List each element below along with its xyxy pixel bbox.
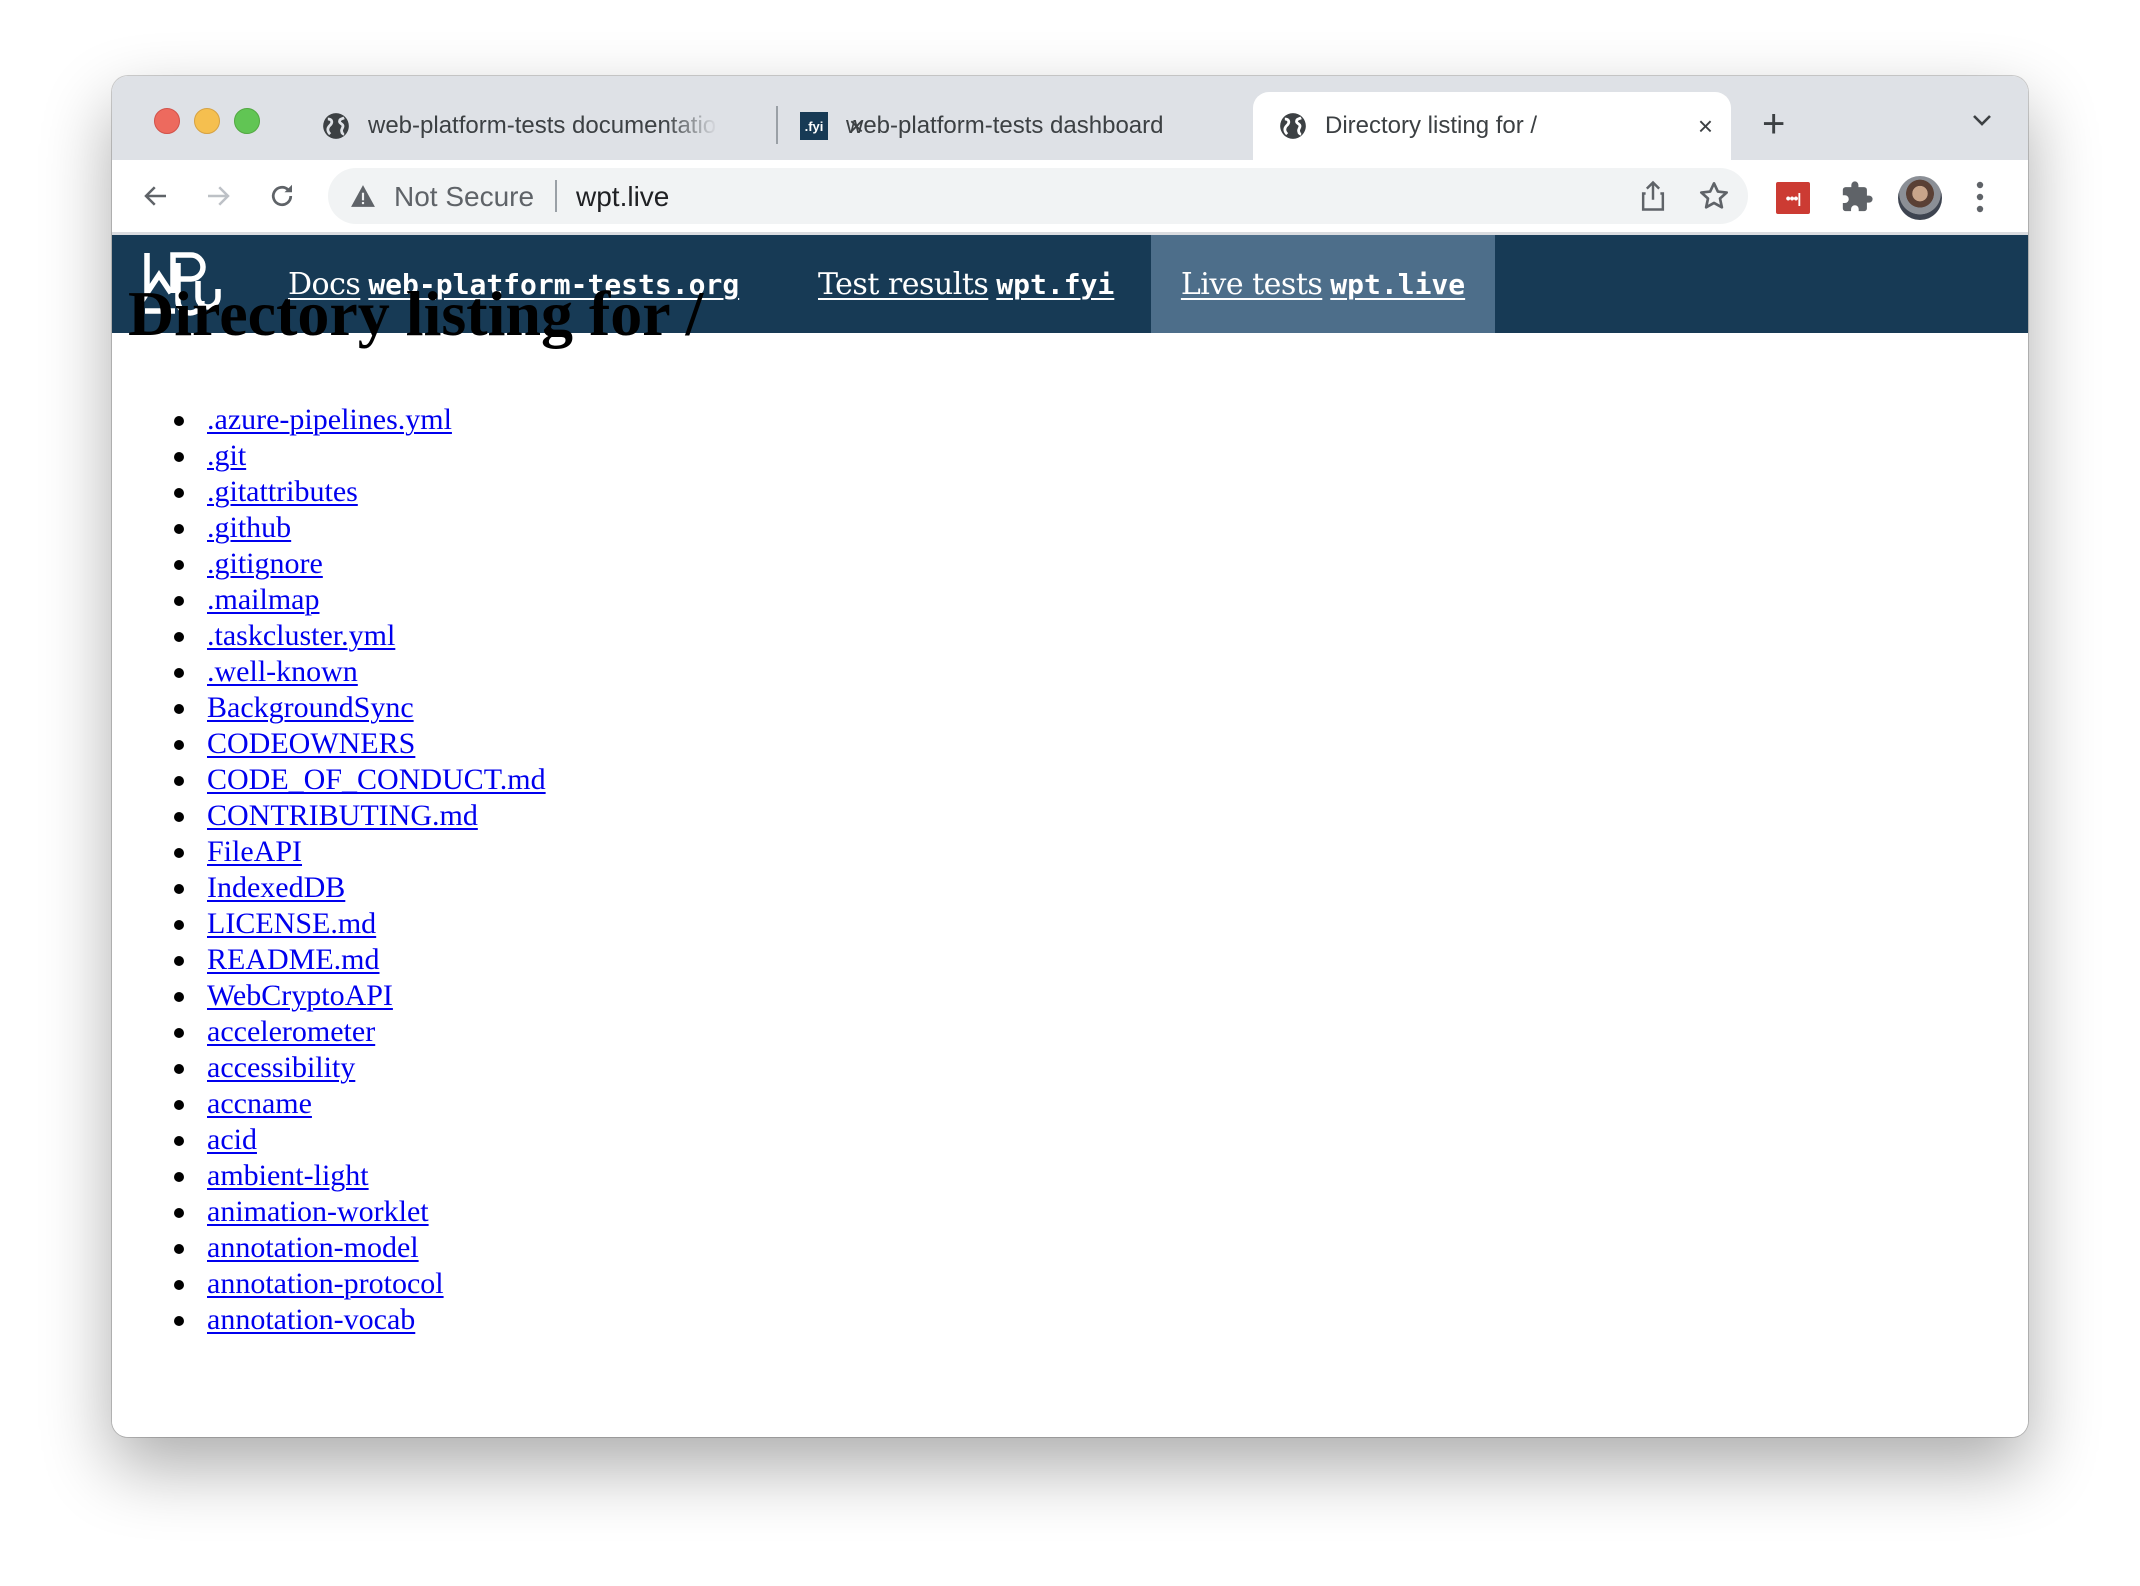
directory-entry-link[interactable]: accessibility bbox=[207, 1051, 355, 1084]
list-item: accelerometer bbox=[174, 1014, 546, 1050]
nav-link-domain: wpt.live bbox=[1330, 267, 1466, 301]
list-item: IndexedDB bbox=[174, 870, 546, 906]
tab-directory-listing[interactable]: Directory listing for / × bbox=[1253, 92, 1731, 160]
directory-entry-link[interactable]: acid bbox=[207, 1123, 257, 1156]
reload-button[interactable] bbox=[264, 178, 300, 214]
tab-search-button[interactable] bbox=[1970, 112, 1994, 133]
list-item: BackgroundSync bbox=[174, 690, 546, 726]
fyi-icon: .fyi bbox=[800, 112, 828, 140]
list-item: .gitattributes bbox=[174, 474, 546, 510]
directory-entry-link[interactable]: .github bbox=[207, 511, 291, 544]
directory-entry-link[interactable]: .git bbox=[207, 439, 246, 472]
directory-entry-link[interactable]: .well-known bbox=[207, 655, 358, 688]
globe-icon bbox=[1279, 112, 1307, 140]
list-item: .well-known bbox=[174, 654, 546, 690]
directory-entry-link[interactable]: annotation-protocol bbox=[207, 1267, 444, 1300]
directory-entry-link[interactable]: annotation-model bbox=[207, 1231, 419, 1264]
directory-entry-link[interactable]: README.md bbox=[207, 943, 380, 976]
directory-entry-link[interactable]: CONTRIBUTING.md bbox=[207, 799, 478, 832]
lastpass-extension-icon[interactable]: •••| bbox=[1776, 182, 1810, 214]
directory-entry-link[interactable]: .azure-pipelines.yml bbox=[207, 403, 452, 436]
list-item: .azure-pipelines.yml bbox=[174, 402, 546, 438]
page-title: Directory listing for / bbox=[128, 278, 704, 349]
tab-divider bbox=[776, 106, 778, 144]
directory-listing: .azure-pipelines.yml .git .gitattributes .g… bbox=[112, 402, 546, 1338]
nav-link-live-tests[interactable]: Live tests wpt.live bbox=[1151, 235, 1495, 333]
directory-entry-link[interactable]: CODE_OF_CONDUCT.md bbox=[207, 763, 546, 796]
list-item: .gitignore bbox=[174, 546, 546, 582]
tab-strip: web-platform-tests documentation × .fyi … bbox=[112, 76, 2028, 160]
back-button[interactable] bbox=[138, 178, 174, 214]
minimize-window-button[interactable] bbox=[194, 108, 220, 134]
bookmark-star-icon[interactable] bbox=[1698, 180, 1730, 217]
directory-entry-link[interactable]: ambient-light bbox=[207, 1159, 369, 1192]
nav-link-label: Test results bbox=[818, 266, 989, 302]
url-text[interactable]: wpt.live bbox=[576, 181, 669, 213]
directory-entry-link[interactable]: .mailmap bbox=[207, 583, 319, 616]
globe-icon bbox=[322, 112, 350, 140]
share-icon[interactable] bbox=[1638, 180, 1668, 217]
arrow-left-icon bbox=[144, 186, 166, 206]
directory-entry-link[interactable]: .taskcluster.yml bbox=[207, 619, 395, 652]
list-item: .github bbox=[174, 510, 546, 546]
nav-link-test-results[interactable]: Test results wpt.fyi bbox=[818, 235, 1114, 333]
directory-entry-link[interactable]: CODEOWNERS bbox=[207, 727, 415, 760]
reload-icon bbox=[271, 184, 293, 207]
extensions-puzzle-icon[interactable] bbox=[1840, 180, 1874, 219]
list-item: annotation-protocol bbox=[174, 1266, 546, 1302]
nav-link-domain: wpt.fyi bbox=[996, 267, 1115, 301]
new-tab-button[interactable]: + bbox=[1762, 104, 1785, 144]
chevron-down-icon bbox=[1973, 115, 1991, 126]
list-item: README.md bbox=[174, 942, 546, 978]
list-item: .mailmap bbox=[174, 582, 546, 618]
warning-icon[interactable] bbox=[350, 184, 376, 213]
list-item: .taskcluster.yml bbox=[174, 618, 546, 654]
forward-button[interactable] bbox=[200, 178, 236, 214]
maximize-window-button[interactable] bbox=[234, 108, 260, 134]
directory-entry-link[interactable]: .gitignore bbox=[207, 547, 323, 580]
list-item: FileAPI bbox=[174, 834, 546, 870]
directory-entry-link[interactable]: FileAPI bbox=[207, 835, 302, 868]
address-divider bbox=[555, 180, 557, 212]
browser-window: web-platform-tests documentation × .fyi … bbox=[112, 76, 2028, 1437]
tab-title: web-platform-tests dashboard bbox=[846, 112, 1164, 139]
tab-title: Directory listing for / bbox=[1325, 112, 1538, 139]
nav-link-label: Live tests bbox=[1180, 266, 1323, 302]
list-item: ambient-light bbox=[174, 1158, 546, 1194]
address-bar[interactable]: Not Secure wpt.live bbox=[328, 168, 1748, 224]
security-status[interactable]: Not Secure bbox=[394, 181, 534, 213]
page-content: Docs web-platform-tests.org Test results w… bbox=[112, 235, 2028, 1437]
list-item: .git bbox=[174, 438, 546, 474]
close-window-button[interactable] bbox=[154, 108, 180, 134]
directory-entry-link[interactable]: accelerometer bbox=[207, 1015, 375, 1048]
directory-entry-link[interactable]: WebCryptoAPI bbox=[207, 979, 393, 1012]
tab-documentation[interactable]: web-platform-tests documentation × bbox=[322, 92, 882, 160]
list-item: annotation-vocab bbox=[174, 1302, 546, 1338]
directory-entry-link[interactable]: accname bbox=[207, 1087, 312, 1120]
more-vertical-icon bbox=[1976, 181, 1984, 213]
directory-entry-link[interactable]: animation-worklet bbox=[207, 1195, 429, 1228]
list-item: animation-worklet bbox=[174, 1194, 546, 1230]
close-tab-icon[interactable]: × bbox=[1698, 113, 1713, 139]
list-item: accname bbox=[174, 1086, 546, 1122]
directory-entry-link[interactable]: BackgroundSync bbox=[207, 691, 414, 724]
browser-toolbar: Not Secure wpt.live •••| bbox=[112, 160, 2028, 235]
directory-entry-link[interactable]: .gitattributes bbox=[207, 475, 358, 508]
arrow-right-icon bbox=[208, 186, 230, 206]
directory-entry-link[interactable]: LICENSE.md bbox=[207, 907, 376, 940]
list-item: WebCryptoAPI bbox=[174, 978, 546, 1014]
list-item: accessibility bbox=[174, 1050, 546, 1086]
menu-button[interactable] bbox=[1974, 180, 1986, 219]
list-item: annotation-model bbox=[174, 1230, 546, 1266]
list-item: CODEOWNERS bbox=[174, 726, 546, 762]
list-item: LICENSE.md bbox=[174, 906, 546, 942]
list-item: CODE_OF_CONDUCT.md bbox=[174, 762, 546, 798]
profile-avatar[interactable] bbox=[1898, 176, 1942, 220]
tab-title: web-platform-tests documentation bbox=[368, 112, 718, 139]
list-item: acid bbox=[174, 1122, 546, 1158]
directory-entry-link[interactable]: annotation-vocab bbox=[207, 1303, 415, 1336]
directory-entry-link[interactable]: IndexedDB bbox=[207, 871, 345, 904]
list-item: CONTRIBUTING.md bbox=[174, 798, 546, 834]
